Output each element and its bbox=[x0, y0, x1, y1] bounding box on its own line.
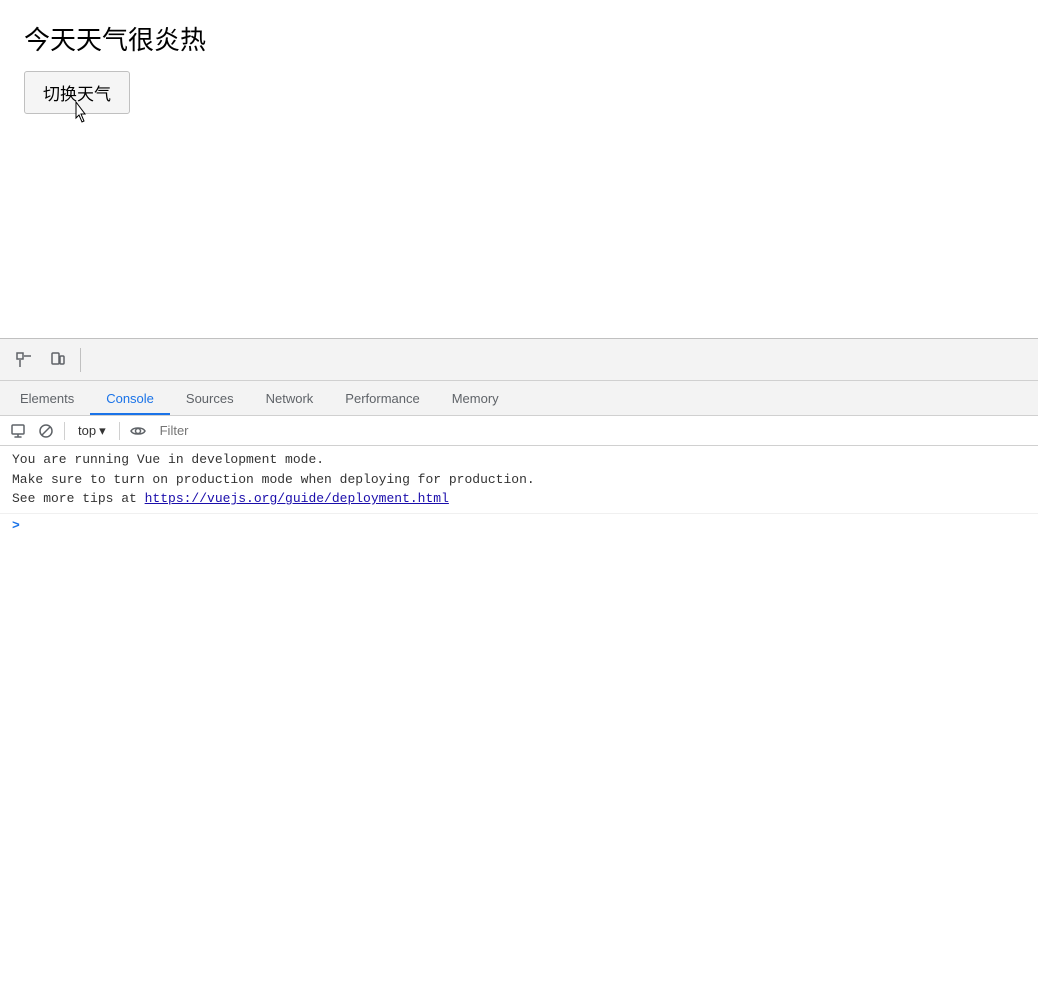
tab-memory[interactable]: Memory bbox=[436, 383, 515, 415]
vue-deployment-link[interactable]: https://vuejs.org/guide/deployment.html bbox=[145, 491, 449, 506]
filter-toggle-button[interactable] bbox=[126, 419, 150, 443]
context-selector[interactable]: top ▾ bbox=[71, 420, 113, 442]
page-title: 今天天气很炎热 bbox=[24, 20, 1014, 57]
console-toolbar: top ▾ bbox=[0, 416, 1038, 446]
eye-icon bbox=[130, 425, 146, 437]
tab-network[interactable]: Network bbox=[250, 383, 330, 415]
tab-console[interactable]: Console bbox=[90, 383, 170, 415]
console-output: You are running Vue in development mode.… bbox=[0, 446, 1038, 986]
page-content: 今天天气很炎热 切换天气 bbox=[0, 0, 1038, 338]
context-label: top bbox=[78, 423, 96, 438]
inspect-icon bbox=[16, 352, 32, 368]
block-icon bbox=[38, 423, 54, 439]
vue-message-line3-prefix: See more tips at bbox=[12, 491, 145, 506]
vue-message-line1: You are running Vue in development mode. bbox=[12, 452, 324, 467]
tab-elements[interactable]: Elements bbox=[4, 383, 90, 415]
vue-dev-message: You are running Vue in development mode.… bbox=[0, 446, 1038, 514]
console-prompt-line: > bbox=[0, 514, 1038, 537]
console-separator-2 bbox=[119, 422, 120, 440]
tab-performance[interactable]: Performance bbox=[329, 383, 435, 415]
clear-console-button[interactable] bbox=[6, 419, 30, 443]
toolbar-separator-1 bbox=[80, 348, 81, 372]
inspect-element-button[interactable] bbox=[8, 344, 40, 376]
device-toolbar-button[interactable] bbox=[42, 344, 74, 376]
context-dropdown-arrow: ▾ bbox=[99, 423, 106, 439]
filter-input[interactable] bbox=[154, 420, 1032, 442]
devtools-panel: Elements Console Sources Network Perform… bbox=[0, 338, 1038, 986]
prompt-arrow: > bbox=[12, 518, 20, 533]
devtools-tabs: Elements Console Sources Network Perform… bbox=[0, 381, 1038, 416]
console-separator-1 bbox=[64, 422, 65, 440]
vue-message-line2: Make sure to turn on production mode whe… bbox=[12, 472, 535, 487]
clear-icon bbox=[10, 423, 26, 439]
devtools-toolbar bbox=[0, 339, 1038, 381]
tab-sources[interactable]: Sources bbox=[170, 383, 250, 415]
device-icon bbox=[50, 352, 66, 368]
toggle-weather-button[interactable]: 切换天气 bbox=[24, 71, 130, 114]
block-button[interactable] bbox=[34, 419, 58, 443]
